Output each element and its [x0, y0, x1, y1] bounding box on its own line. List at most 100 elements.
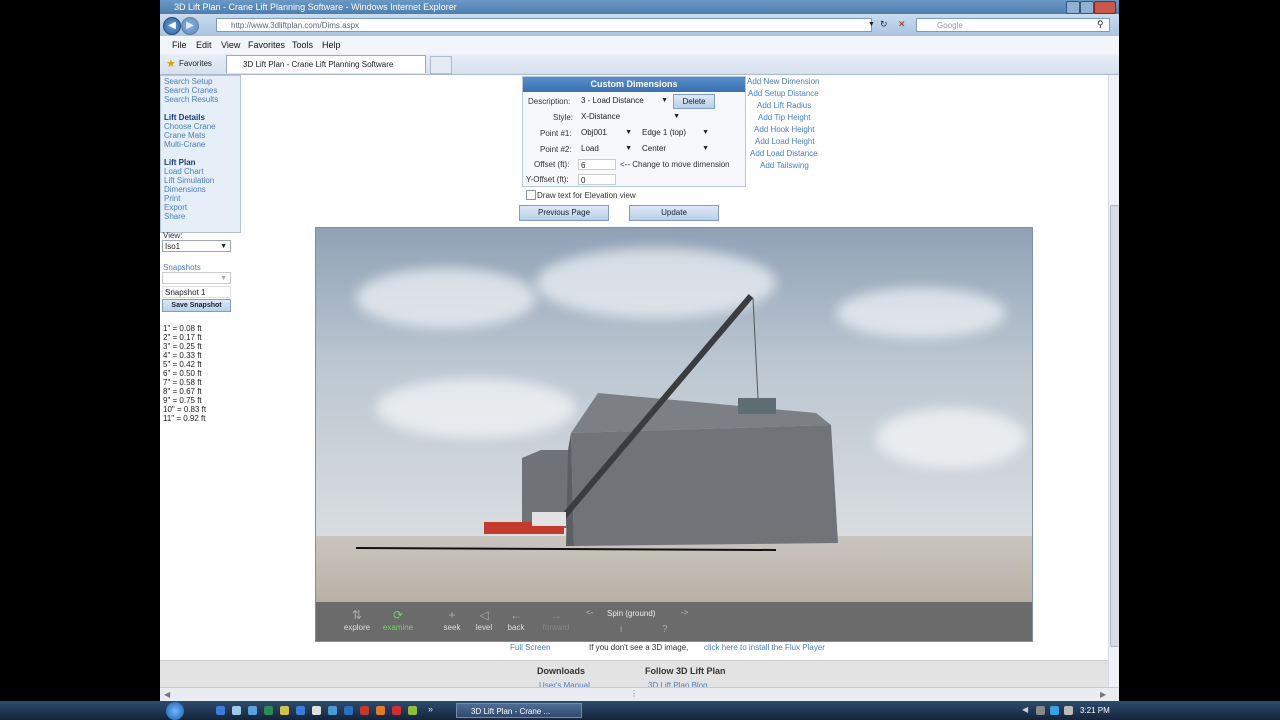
vertical-scrollbar[interactable] — [1108, 75, 1119, 687]
tab-3d-lift-plan[interactable]: 3D Lift Plan - Crane Lift Planning Softw… — [226, 55, 426, 73]
level-button[interactable]: ◁ level — [471, 607, 497, 632]
point2-position-select[interactable]: Center ▼ — [640, 143, 712, 155]
menu-tools[interactable]: Tools — [292, 40, 313, 50]
scrollbar-thumb[interactable] — [1110, 205, 1119, 647]
refresh-icon[interactable]: ↻ — [880, 19, 888, 30]
quicklaunch-icon[interactable] — [312, 706, 321, 715]
scroll-right-icon[interactable]: ▶ — [1100, 690, 1106, 699]
back-arrow-icon[interactable]: ◀ — [163, 17, 181, 35]
minimize-icon[interactable] — [1066, 1, 1080, 14]
quicklaunch-icon[interactable] — [264, 706, 273, 715]
maximize-icon[interactable] — [1080, 1, 1094, 14]
description-select[interactable]: 3 - Load Distance ▼ — [579, 95, 671, 107]
crane-house — [532, 512, 566, 526]
quicklaunch-icon[interactable] — [376, 706, 385, 715]
sidebar-item-dimensions[interactable]: Dimensions — [164, 185, 206, 194]
quicklaunch-icon[interactable] — [328, 706, 337, 715]
tray-expand-icon[interactable]: ◀ — [1022, 705, 1028, 714]
search-icon[interactable]: ⚲ — [1097, 19, 1104, 30]
snapshots-label[interactable]: Snapshots — [163, 263, 201, 272]
add-lift-radius-link[interactable]: Add Lift Radius — [757, 101, 811, 110]
help-icon[interactable]: ? — [662, 624, 668, 635]
url-dropdown-icon[interactable]: ▼ — [868, 21, 875, 28]
add-tip-height-link[interactable]: Add Tip Height — [758, 113, 810, 122]
conversion-item: 7" = 0.58 ft — [163, 378, 202, 387]
mode-prev-arrow-icon[interactable]: <- — [586, 608, 593, 617]
add-load-distance-link[interactable]: Add Load Distance — [750, 149, 818, 158]
clock[interactable]: 3:21 PM — [1080, 701, 1110, 720]
start-button[interactable] — [166, 702, 184, 720]
close-icon[interactable] — [1094, 1, 1116, 14]
menu-edit[interactable]: Edit — [196, 40, 212, 50]
seek-label: seek — [443, 623, 461, 632]
info-icon[interactable]: i — [620, 624, 622, 635]
full-screen-link[interactable]: Full Screen — [510, 643, 550, 652]
draw-text-checkbox[interactable] — [526, 190, 536, 200]
add-new-dimension-link[interactable]: Add New Dimension — [747, 77, 819, 86]
add-setup-distance-link[interactable]: Add Setup Distance — [748, 89, 819, 98]
quicklaunch-icon[interactable] — [248, 706, 257, 715]
scroll-grip-icon[interactable]: ⋮ — [630, 689, 638, 698]
sidebar-item-print[interactable]: Print — [164, 194, 180, 203]
back-button[interactable]: ← back — [502, 607, 530, 632]
style-select[interactable]: X-Distance ▼ — [579, 111, 683, 123]
offset-input[interactable]: 6 — [578, 159, 616, 170]
sidebar-item-multi-crane[interactable]: Multi-Crane — [164, 140, 205, 149]
previous-page-button[interactable]: Previous Page — [519, 205, 609, 221]
add-hook-height-link[interactable]: Add Hook Height — [754, 125, 814, 134]
point1-position-select[interactable]: Edge 1 (top) ▼ — [640, 127, 712, 139]
sidebar-item-search-setup[interactable]: Search Setup — [164, 77, 212, 86]
favorites-button[interactable]: Favorites — [179, 59, 212, 68]
install-flux-link[interactable]: click here to install the Flux Player — [704, 643, 825, 652]
quicklaunch-icon[interactable] — [344, 706, 353, 715]
save-snapshot-button[interactable]: Save Snapshot — [162, 299, 231, 312]
scroll-left-icon[interactable]: ◀ — [164, 690, 170, 699]
sidebar-item-lift-simulation[interactable]: Lift Simulation — [164, 176, 214, 185]
search-input[interactable]: Google — [916, 18, 1110, 32]
quicklaunch-icon[interactable] — [408, 706, 417, 715]
sidebar-item-share[interactable]: Share — [164, 212, 185, 221]
forward-button[interactable]: → forward — [536, 607, 576, 632]
menu-help[interactable]: Help — [322, 40, 341, 50]
volume-icon[interactable] — [1064, 706, 1073, 715]
network-icon[interactable] — [1050, 706, 1059, 715]
explore-button[interactable]: ⇅ explore — [342, 607, 372, 632]
quicklaunch-icon[interactable] — [232, 706, 241, 715]
quicklaunch-icon[interactable] — [280, 706, 289, 715]
delete-button[interactable]: Delete — [673, 94, 715, 109]
snapshots-select[interactable]: ▼ — [162, 272, 231, 284]
add-tailswing-link[interactable]: Add Tailswing — [760, 161, 809, 170]
menu-file[interactable]: File — [172, 40, 187, 50]
new-tab-button[interactable] — [430, 56, 452, 74]
taskbar-item-ie[interactable]: 3D Lift Plan - Crane ... — [456, 703, 582, 718]
sidebar-item-export[interactable]: Export — [164, 203, 187, 212]
forward-arrow-icon[interactable]: ▶ — [181, 17, 199, 35]
sidebar-item-load-chart[interactable]: Load Chart — [164, 167, 204, 176]
url-field[interactable]: http://www.3dliftplan.com/Dims.aspx — [216, 18, 872, 32]
seek-button[interactable]: + seek — [440, 607, 464, 632]
quicklaunch-icon[interactable] — [296, 706, 305, 715]
sidebar-item-search-cranes[interactable]: Search Cranes — [164, 86, 217, 95]
update-button[interactable]: Update — [629, 205, 719, 221]
view-select[interactable]: Iso1 ▼ — [162, 240, 231, 252]
point1-object-select[interactable]: Obj001 ▼ — [579, 127, 635, 139]
3d-viewer[interactable]: ⇅ explore ⟳ examine + seek ◁ level ← back → fo… — [315, 227, 1033, 642]
stop-icon[interactable]: ✕ — [898, 19, 906, 30]
yoffset-input[interactable]: 0 — [578, 174, 616, 185]
quicklaunch-icon[interactable] — [392, 706, 401, 715]
sidebar-item-choose-crane[interactable]: Choose Crane — [164, 122, 216, 131]
quicklaunch-icon[interactable] — [360, 706, 369, 715]
point2-object-select[interactable]: Load ▼ — [579, 143, 635, 155]
quicklaunch-overflow-icon[interactable]: » — [428, 704, 433, 714]
menu-view[interactable]: View — [221, 40, 240, 50]
examine-button[interactable]: ⟳ examine — [380, 607, 416, 632]
sidebar-item-search-results[interactable]: Search Results — [164, 95, 218, 104]
add-load-height-link[interactable]: Add Load Height — [755, 137, 815, 146]
ie-quicklaunch-icon[interactable] — [216, 706, 225, 715]
tray-icon[interactable] — [1036, 706, 1045, 715]
mode-next-arrow-icon[interactable]: -> — [681, 608, 688, 617]
snapshot-name-input[interactable]: Snapshot 1 — [162, 286, 231, 298]
conversion-item: 3" = 0.25 ft — [163, 342, 202, 351]
sidebar-item-crane-mats[interactable]: Crane Mats — [164, 131, 205, 140]
menu-favorites[interactable]: Favorites — [248, 40, 285, 50]
